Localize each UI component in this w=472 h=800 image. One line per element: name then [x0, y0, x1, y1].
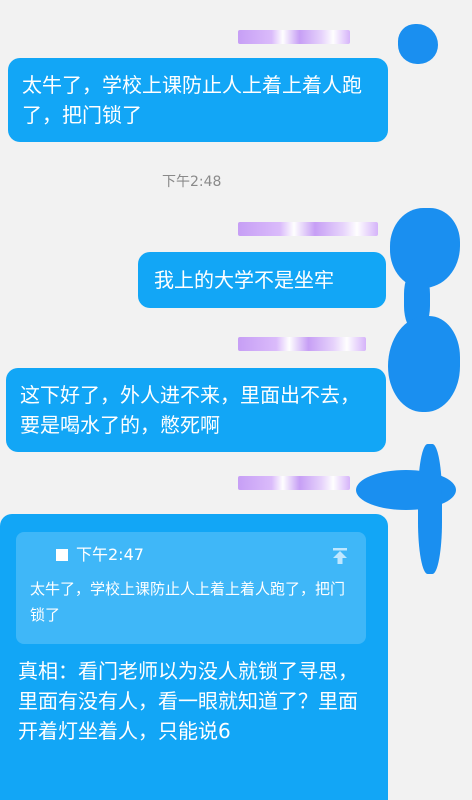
message-bubble-4[interactable]: 下午2:47 太牛了，学校上课防止人上着上着人跑了，把门锁了 真相：看门老师以为…	[0, 514, 388, 800]
sender-name-redacted	[238, 337, 366, 351]
sender-name-redacted	[238, 476, 350, 490]
avatar-redacted[interactable]	[398, 24, 438, 64]
arrow-up-to-line-icon[interactable]	[330, 544, 352, 566]
message-bubble-1[interactable]: 太牛了，学校上课防止人上着上着人跑了，把门锁了	[8, 58, 388, 142]
avatar-redacted[interactable]	[388, 316, 460, 412]
quote-text: 太牛了，学校上课防止人上着上着人跑了，把门锁了	[30, 580, 346, 624]
quoted-message[interactable]: 下午2:47 太牛了，学校上课防止人上着上着人跑了，把门锁了	[16, 532, 366, 644]
message-bubble-3[interactable]: 这下好了，外人进不来，里面出不去，要是喝水了的，憋死啊	[6, 368, 386, 452]
message-text: 太牛了，学校上课防止人上着上着人跑了，把门锁了	[22, 73, 362, 127]
timestamp: 下午2:48	[162, 174, 222, 190]
message-text: 我上的大学不是坐牢	[154, 268, 334, 292]
message-text: 这下好了，外人进不来，里面出不去，要是喝水了的，憋死啊	[20, 383, 360, 437]
sender-name-redacted	[238, 30, 350, 44]
message-text: 真相：看门老师以为没人就锁了寻思，里面有没有人，看一眼就知道了？里面开着灯坐着人…	[18, 659, 358, 743]
redaction-stroke	[418, 444, 442, 574]
quote-time: 下午2:47	[76, 545, 144, 564]
message-bubble-2[interactable]: 我上的大学不是坐牢	[138, 252, 386, 308]
sender-name-redacted	[238, 222, 378, 236]
quote-sender-redacted-icon	[56, 549, 68, 561]
